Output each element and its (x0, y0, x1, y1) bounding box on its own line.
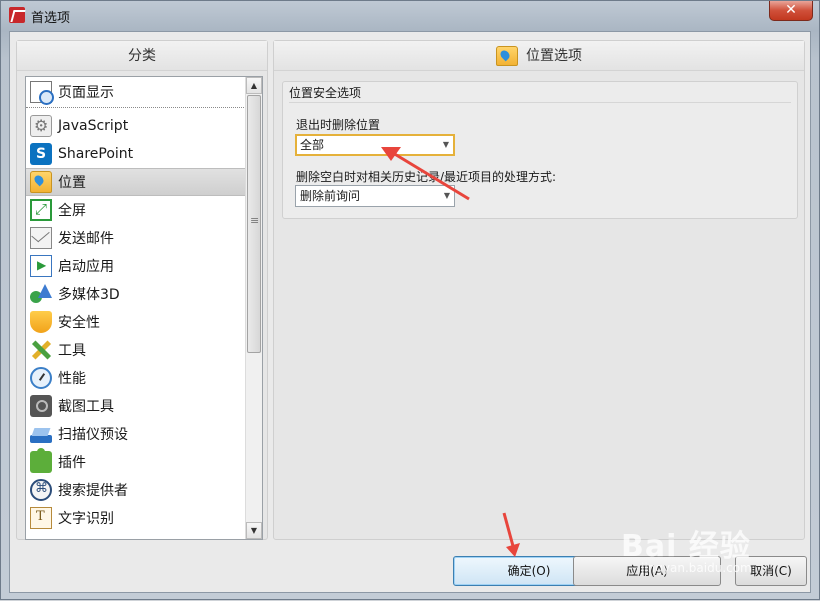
annotation-arrows (381, 147, 520, 557)
annotation-arrow-ok (502, 512, 520, 557)
preferences-window: 首选项 ✕ 分类 页面显示 JavaScript S Share (0, 0, 820, 600)
annotation-arrow-select (381, 147, 470, 201)
watermark-url: jingyan.baidu.com (641, 561, 752, 575)
watermark-logo: Bai 经验 (621, 529, 751, 564)
